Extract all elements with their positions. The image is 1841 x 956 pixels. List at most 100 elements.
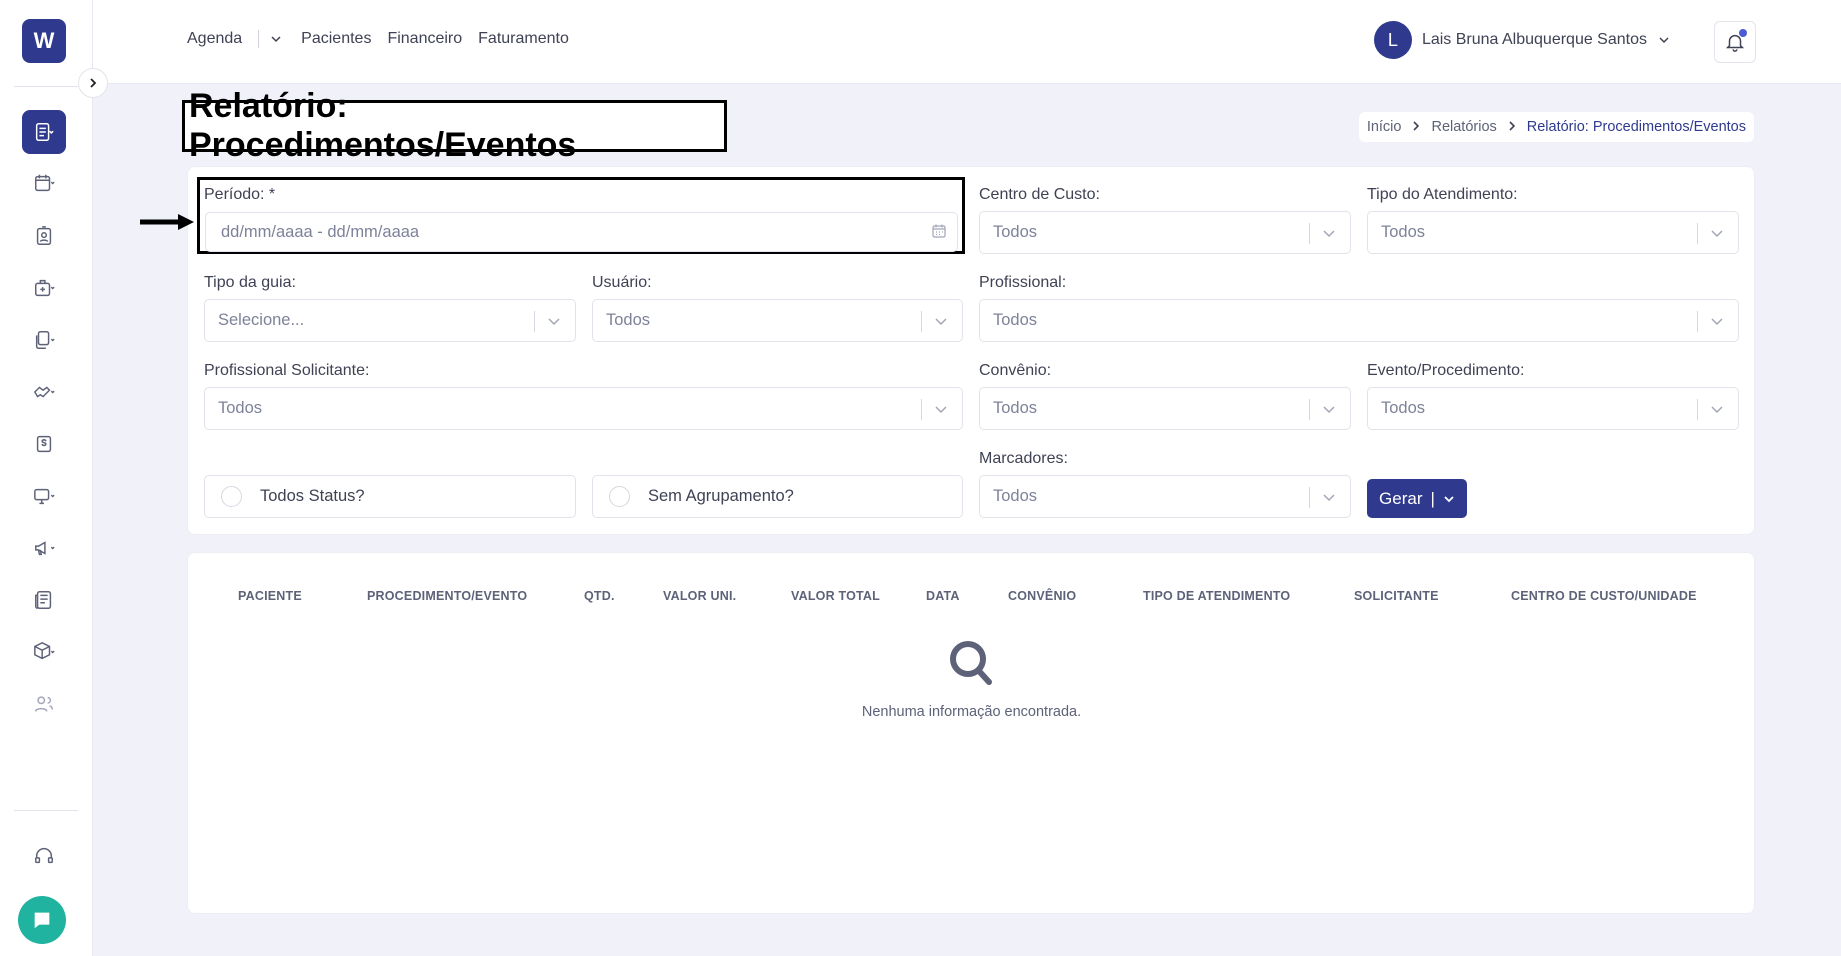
sidebar-toggle-button[interactable] (78, 68, 108, 98)
notifications-button[interactable] (1714, 21, 1756, 63)
sidebar-item-support[interactable] (22, 836, 66, 876)
column-header[interactable]: TIPO DE ATENDIMENTO (1143, 589, 1290, 603)
top-bar: Agenda Pacientes Financeiro Faturamento … (93, 0, 1841, 84)
tipo-guia-select[interactable]: Selecione... (204, 299, 576, 342)
profissional-solicitante-label: Profissional Solicitante: (204, 362, 370, 379)
convenio-select[interactable]: Todos (979, 387, 1351, 430)
sidebar-item-patients[interactable] (22, 216, 66, 256)
chevron-down-icon (1711, 318, 1723, 326)
centro-custo-select[interactable]: Todos (979, 211, 1351, 254)
profissional-select[interactable]: Todos (979, 299, 1739, 342)
column-header[interactable]: VALOR TOTAL (791, 589, 880, 603)
chevron-down-icon (935, 406, 947, 414)
select-divider (1697, 399, 1698, 420)
profissional-value: Todos (993, 311, 1038, 329)
evento-procedimento-select[interactable]: Todos (1367, 387, 1739, 430)
chevron-down-icon[interactable] (1443, 493, 1455, 505)
chevron-down-icon (1323, 494, 1335, 502)
breadcrumb: Início Relatórios Relatório: Procediment… (1358, 112, 1754, 142)
notification-dot (1739, 29, 1747, 37)
chevron-down-icon (1323, 230, 1335, 238)
select-divider (921, 311, 922, 332)
tipo-atendimento-label: Tipo do Atendimento: (1367, 186, 1518, 203)
todos-status-checkbox[interactable]: Todos Status? (204, 475, 576, 518)
chevron-down-icon (1711, 406, 1723, 414)
calendar-icon (35, 174, 55, 192)
column-header[interactable]: PACIENTE (238, 589, 302, 603)
monitor-icon (34, 488, 55, 505)
centro-custo-value: Todos (993, 223, 1038, 241)
gerar-label: Gerar (1379, 488, 1423, 508)
tipo-atendimento-value: Todos (1381, 223, 1426, 241)
main-nav: Agenda Pacientes Financeiro Faturamento (187, 30, 585, 48)
breadcrumb-reports[interactable]: Relatórios (1431, 119, 1496, 135)
chevron-down-icon[interactable] (269, 32, 283, 46)
sidebar-item-marketing[interactable] (22, 528, 66, 568)
sidebar-item-financial[interactable] (22, 424, 66, 464)
column-header[interactable]: SOLICITANTE (1354, 589, 1439, 603)
profissional-solicitante-value: Todos (218, 399, 263, 417)
column-header[interactable]: CENTRO DE CUSTO/UNIDADE (1511, 589, 1697, 603)
select-divider (1309, 487, 1310, 508)
nav-faturamento[interactable]: Faturamento (478, 30, 569, 48)
headset-icon (35, 848, 53, 864)
select-divider (534, 311, 535, 332)
tipo-atendimento-select[interactable]: Todos (1367, 211, 1739, 254)
documents-icon (35, 331, 55, 349)
arrow-right-icon (140, 214, 194, 230)
column-header[interactable]: PROCEDIMENTO/EVENTO (367, 589, 527, 603)
nav-financeiro[interactable]: Financeiro (387, 30, 462, 48)
empty-state-message: Nenhuma informação encontrada. (861, 704, 1082, 720)
usuario-select[interactable]: Todos (592, 299, 963, 342)
patient-card-icon (36, 226, 52, 245)
sidebar-item-agenda[interactable] (22, 163, 66, 203)
sidebar-item-news[interactable] (22, 580, 66, 620)
chevron-right-icon (90, 78, 97, 88)
gerar-button[interactable]: Gerar | (1367, 479, 1467, 518)
calendar-icon (932, 224, 946, 238)
tipo-guia-value: Selecione... (218, 311, 305, 329)
breadcrumb-home[interactable]: Início (1367, 119, 1402, 135)
column-header[interactable]: CONVÊNIO (1008, 589, 1076, 603)
select-divider (1697, 223, 1698, 244)
marcadores-select[interactable]: Todos (979, 475, 1351, 518)
select-divider (1697, 311, 1698, 332)
marcadores-label: Marcadores: (979, 450, 1068, 467)
nav-agenda[interactable]: Agenda (187, 30, 242, 48)
checkbox-circle[interactable] (221, 486, 242, 507)
chat-icon (34, 912, 50, 929)
package-icon (34, 642, 55, 660)
column-header[interactable]: DATA (926, 589, 960, 603)
column-header[interactable]: QTD. (584, 589, 615, 603)
chevron-down-icon (1323, 406, 1335, 414)
sidebar-item-stock[interactable] (22, 632, 66, 672)
sidebar-item-clinical[interactable] (22, 268, 66, 308)
dollar-icon (36, 435, 52, 453)
usuario-value: Todos (606, 311, 651, 329)
app-logo[interactable]: W (22, 19, 66, 63)
centro-custo-label: Centro de Custo: (979, 186, 1100, 203)
chevron-down-icon (935, 318, 947, 326)
nav-pacientes[interactable]: Pacientes (301, 30, 371, 48)
select-divider (921, 399, 922, 420)
sidebar-item-monitor[interactable] (22, 476, 66, 516)
chat-button[interactable] (18, 896, 66, 944)
tipo-guia-label: Tipo da guia: (204, 274, 296, 291)
sidebar-item-partners[interactable] (22, 372, 66, 412)
profissional-label: Profissional: (979, 274, 1067, 291)
sidebar-divider (14, 810, 78, 811)
column-header[interactable]: VALOR UNI. (663, 589, 736, 603)
sem-agrupamento-checkbox[interactable]: Sem Agrupamento? (592, 475, 963, 518)
chevron-down-icon (1711, 230, 1723, 238)
evento-procedimento-label: Evento/Procedimento: (1367, 362, 1525, 379)
usuario-label: Usuário: (592, 274, 652, 291)
periodo-placeholder: dd/mm/aaaa - dd/mm/aaaa (221, 222, 420, 241)
sidebar-item-reports[interactable] (22, 110, 66, 154)
sidebar-item-documents[interactable] (22, 320, 66, 360)
checkbox-circle[interactable] (609, 486, 630, 507)
newspaper-icon (35, 591, 52, 609)
periodo-input[interactable]: dd/mm/aaaa - dd/mm/aaaa (205, 212, 958, 252)
chevron-right-icon (1507, 120, 1517, 134)
user-menu[interactable]: L Lais Bruna Albuquerque Santos (1373, 21, 1671, 59)
profissional-solicitante-select[interactable]: Todos (204, 387, 963, 430)
